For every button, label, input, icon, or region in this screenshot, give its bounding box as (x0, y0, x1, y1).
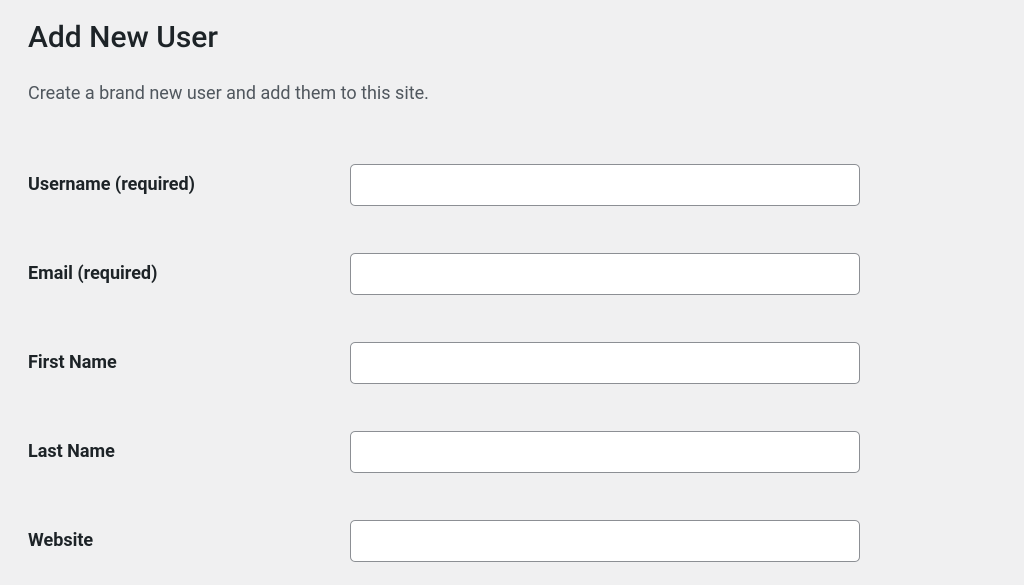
username-label: Username (required) (28, 174, 195, 195)
username-input[interactable] (350, 164, 860, 206)
last-name-label: Last Name (28, 441, 115, 462)
website-label: Website (28, 530, 93, 551)
email-input[interactable] (350, 253, 860, 295)
form-row-last-name: Last Name (28, 407, 996, 496)
first-name-input[interactable] (350, 342, 860, 384)
page-title: Add New User (28, 20, 996, 55)
form-row-username: Username (required) (28, 140, 996, 229)
page-description: Create a brand new user and add them to … (28, 83, 996, 104)
website-input[interactable] (350, 520, 860, 562)
add-user-form: Username (required) Email (required) Fir… (28, 140, 996, 585)
email-label: Email (required) (28, 263, 157, 284)
last-name-input[interactable] (350, 431, 860, 473)
form-row-first-name: First Name (28, 318, 996, 407)
first-name-label: First Name (28, 352, 117, 373)
form-row-email: Email (required) (28, 229, 996, 318)
